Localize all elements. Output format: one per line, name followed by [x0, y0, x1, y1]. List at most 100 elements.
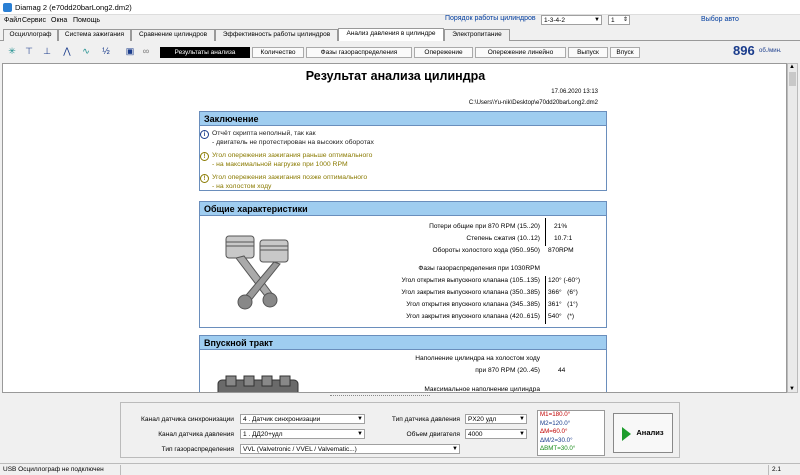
analyze-button[interactable]: Анализ	[613, 413, 673, 453]
phase-row-3: Угол открытия впускного клапана (345..38…	[200, 301, 578, 312]
play-icon	[622, 427, 631, 441]
scroll-thumb[interactable]	[789, 72, 796, 86]
phases-title: Фазы газораспределения при 1030RPM	[200, 265, 540, 276]
tab-pressure-analysis[interactable]: Анализ давления в цилиндре	[338, 28, 444, 41]
phase-row-2: Угол закрытия выпускного клапана (350..3…	[200, 289, 577, 300]
warning-icon: !	[200, 174, 209, 183]
subtab-results[interactable]: Результаты анализа	[160, 47, 250, 58]
general-row-2: Степень сжатия (10..12) 10.7:1	[200, 235, 572, 246]
row-1-value: 21%	[554, 223, 568, 230]
chevron-down-icon: ▼	[519, 416, 525, 422]
phase-1-label: Угол открытия выпускного клапана (105..1…	[401, 277, 541, 284]
menu-service[interactable]: Сервис	[22, 17, 46, 24]
window-title: Diamag 2 (e70dd20barLong2.dm2)	[15, 3, 132, 12]
menu-help[interactable]: Помощь	[73, 17, 100, 24]
subtab-intake[interactable]: Впуск	[610, 47, 640, 58]
sync-channel-select[interactable]: 4 . Датчик синхронизации ▼	[240, 414, 365, 424]
report-path: C:\Users\Yu-nik\Desktop\e70dd20barLong2.…	[468, 100, 598, 106]
subtab-advance-linear[interactable]: Опережение линейно	[475, 47, 566, 58]
ratio-icon[interactable]: ½	[100, 45, 112, 57]
splitter-handle[interactable]	[330, 395, 430, 398]
chevron-down-icon: ▼	[452, 446, 458, 452]
phase-2-value: 366° (6°)	[548, 289, 578, 296]
note-2-line-2: - на максимальной нагрузке при 1000 RPM	[212, 160, 348, 168]
signal-icon[interactable]: ✳	[6, 45, 18, 57]
phases-title-text: Фазы газораспределения при 1030RPM	[418, 265, 540, 272]
tab-cylinder-compare[interactable]: Сравнение цилиндров	[131, 29, 215, 41]
report-date: 17.06.2020 13:13	[551, 89, 598, 95]
general-section: Общие характеристики Потери общие при 87…	[199, 201, 607, 328]
subtab-valve-timing[interactable]: Фазы газораспределения	[306, 47, 412, 58]
spinner-icon: ⇕	[622, 17, 628, 23]
tab-oscilloscope[interactable]: Осциллограф	[3, 29, 58, 41]
scroll-down-icon[interactable]: ▼	[789, 386, 795, 392]
marker-half-delta: ΔM/2=30.0°	[540, 436, 573, 444]
sensor-type-value: PX20 удл	[468, 416, 497, 423]
phase-row-1: Угол открытия выпускного клапана (105..1…	[200, 277, 581, 288]
fill-max-label: Максимальное наполнение цилиндра	[424, 386, 540, 393]
sync-channel-label: Канал датчика синхронизации	[141, 416, 234, 423]
cylinder-spinner[interactable]: 1 ⇕	[608, 15, 630, 25]
tab-power-supply[interactable]: Электропитание	[444, 29, 510, 41]
auto-select-button[interactable]: Выбор авто	[645, 14, 795, 27]
firing-order-select[interactable]: 1-3-4-2 ▼	[541, 15, 602, 25]
zoom-icon[interactable]: ⋀	[61, 45, 73, 57]
menu-file[interactable]: Файл	[4, 17, 21, 24]
phase-4-value: 540° (*)	[548, 313, 575, 320]
cylinder-value: 1	[611, 17, 615, 24]
sync-channel-value: 4 . Датчик синхронизации	[243, 416, 321, 423]
title-bar: Diamag 2 (e70dd20barLong2.dm2)	[0, 0, 800, 15]
auto-scale-icon[interactable]: ⊥	[41, 45, 53, 57]
tab-cylinder-efficiency[interactable]: Эффективность работы цилиндров	[215, 29, 338, 41]
cursor-icon[interactable]: ⊤	[23, 45, 35, 57]
engine-volume-value: 4000	[468, 431, 483, 438]
main-tabs: Осциллограф Система зажигания Сравнение …	[0, 28, 800, 41]
menu-windows[interactable]: Окна	[51, 17, 67, 24]
marker-delta: ΔM=60.0°	[540, 428, 568, 436]
timing-type-select[interactable]: VVL (Valvetronic / VVEL / Valvematic...)…	[240, 444, 460, 454]
note-3-line-1: Угол опережения зажигания позже оптималь…	[212, 174, 368, 181]
status-text: USB Осциллограф не подключен	[3, 466, 104, 473]
markers-panel: M1=180.0° M2=120.0° ΔM=60.0° ΔM/2=30.0° …	[537, 410, 605, 456]
status-bar: USB Осциллограф не подключен 2.1	[0, 463, 800, 475]
analyze-label: Анализ	[636, 428, 664, 437]
marker-delta-bmt: ΔBMT=30.0°	[540, 445, 576, 453]
note-2-line-1: Угол опережения зажигания раньше оптимал…	[212, 152, 373, 159]
general-header: Общие характеристики	[200, 202, 606, 216]
general-row-1: Потери общие при 870 RPM (15..20) 21%	[200, 223, 567, 234]
scroll-up-icon[interactable]: ▲	[789, 64, 795, 70]
subtab-exhaust[interactable]: Выпуск	[568, 47, 608, 58]
report-scrollbar[interactable]: ▲ ▼	[787, 63, 798, 393]
row-3-value: 870RPM	[548, 247, 574, 254]
wave-icon[interactable]: ∿	[80, 45, 92, 57]
engine-volume-select[interactable]: 4000 ▼	[465, 429, 527, 439]
subtab-quantity[interactable]: Количество	[252, 47, 304, 58]
conclusion-note-3: ! Угол опережения зажигания позже оптима…	[200, 174, 368, 191]
engine-volume-label: Объем двигателя	[406, 431, 460, 438]
pressure-channel-value: 1 . ДД20+удл	[243, 431, 283, 438]
sensor-type-label: Тип датчика давления	[391, 416, 460, 423]
row-1-label: Потери общие при 870 RPM (15..20)	[429, 223, 540, 230]
note-1-line-1: Отчёт скрипта неполный, так как	[212, 130, 316, 137]
note-3-line-2: - на холостом ходу	[212, 182, 272, 190]
general-row-3: Обороты холостого хода (950..950) 870RPM	[200, 247, 573, 258]
phase-3-value: 361° (1°)	[548, 301, 578, 308]
conclusion-header: Заключение	[200, 112, 606, 126]
pressure-channel-select[interactable]: 1 . ДД20+удл ▼	[240, 429, 365, 439]
glasses-icon[interactable]: ∞	[140, 45, 152, 57]
intake-fill-idle-2: при 870 RPM (20..45) 44	[200, 367, 565, 378]
row-3-label: Обороты холостого хода (950..950)	[432, 247, 540, 254]
sensor-type-select[interactable]: PX20 удл ▼	[465, 414, 527, 424]
conclusion-note-2: ! Угол опережения зажигания раньше оптим…	[200, 152, 373, 169]
report-panel: Результат анализа цилиндра 17.06.2020 13…	[2, 63, 787, 393]
marker-m1: M1=180.0°	[540, 411, 571, 418]
phase-row-4: Угол закрытия впускного клапана (420..61…	[200, 313, 574, 324]
subtab-advance[interactable]: Опережение	[414, 47, 473, 58]
save-icon[interactable]: ▣	[124, 45, 136, 57]
rpm-unit: об./мин.	[759, 48, 782, 54]
firing-order-label: Порядок работы цилиндров	[445, 15, 536, 22]
timing-type-value: VVL (Valvetronic / VVEL / Valvematic...)	[243, 446, 357, 453]
fill-idle-label-2: при 870 RPM (20..45)	[475, 367, 540, 374]
intake-section: Впускной тракт Наполнение цилиндра на хо…	[199, 335, 607, 393]
tab-ignition[interactable]: Система зажигания	[58, 29, 131, 41]
